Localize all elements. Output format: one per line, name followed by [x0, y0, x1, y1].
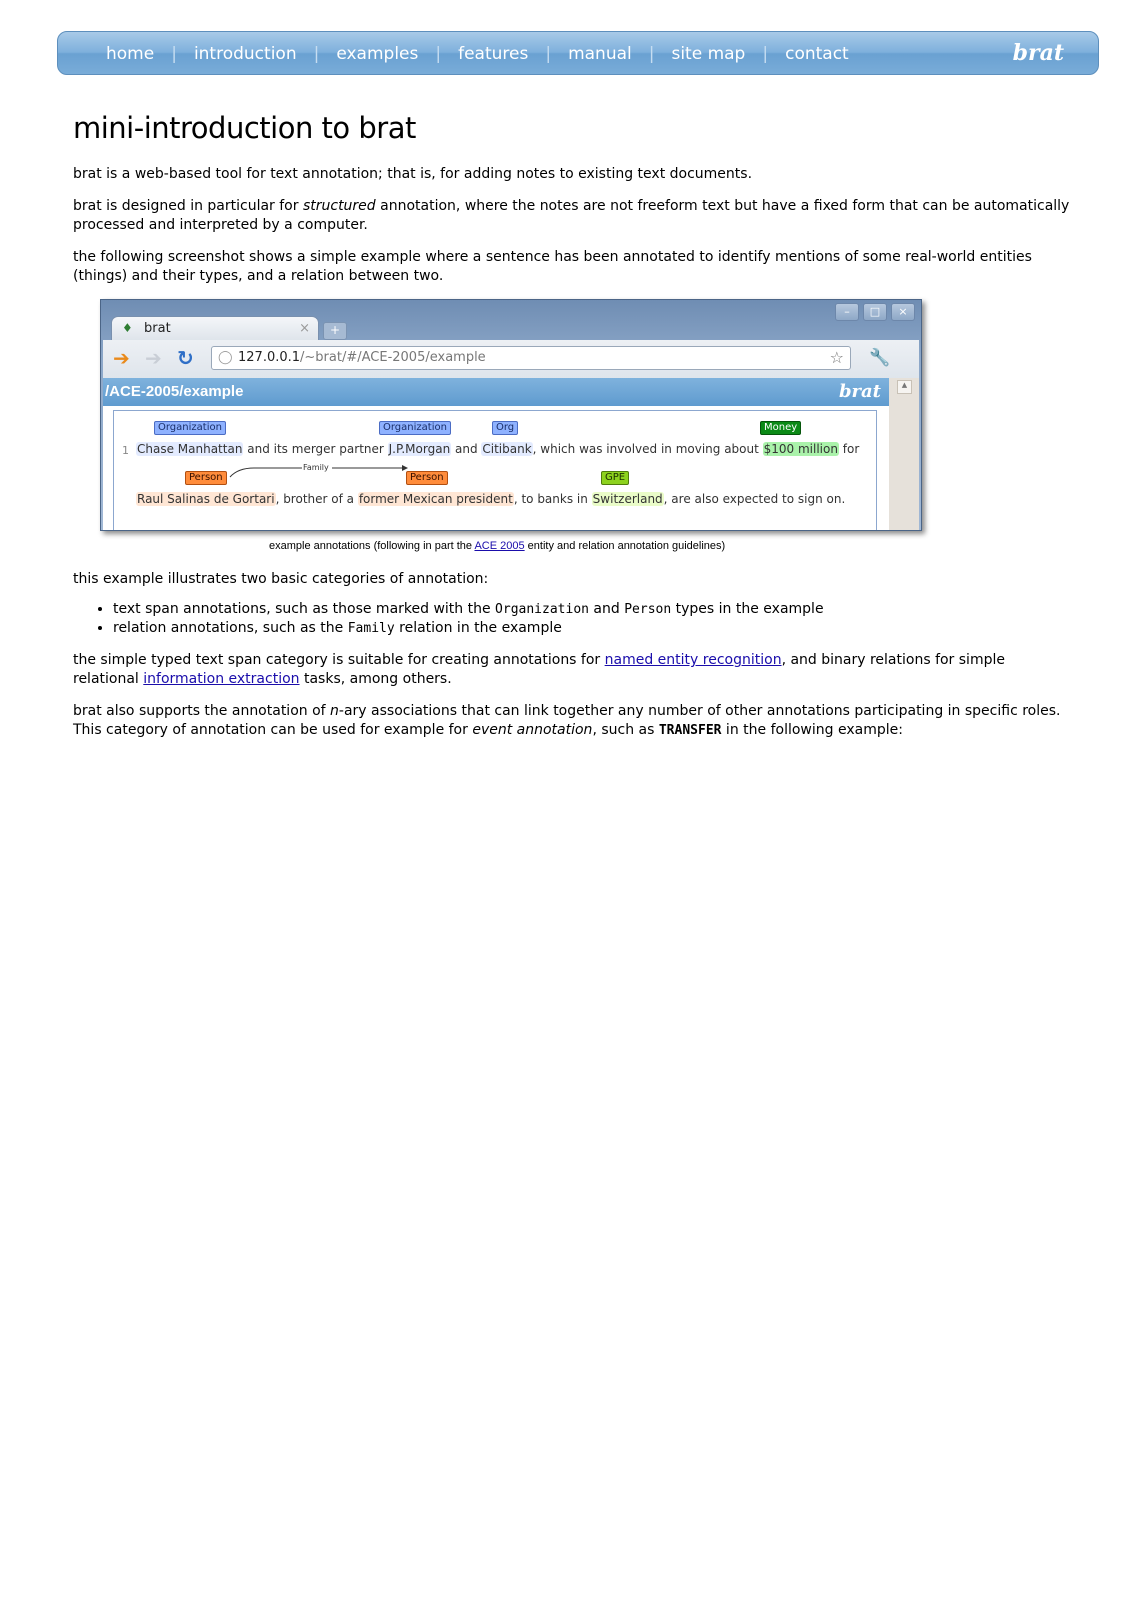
- nav-features[interactable]: features: [450, 44, 536, 64]
- list-item: text span annotations, such as those mar…: [113, 600, 1073, 619]
- tab-close-icon: ×: [299, 321, 310, 336]
- new-tab-icon: +: [323, 322, 347, 340]
- page-title: mini-introduction to brat: [73, 111, 416, 145]
- structured-paragraph: brat is designed in particular for struc…: [73, 198, 1070, 233]
- window-controls: – □ ×: [835, 303, 915, 321]
- mention-raul-salinas: Raul Salinas de Gortari: [136, 492, 276, 506]
- nav-separator: |: [313, 44, 320, 64]
- wrench-icon: 🔧: [869, 348, 891, 368]
- nav-separator: |: [648, 44, 655, 64]
- code-family: Family: [347, 621, 395, 636]
- url-host: 127.0.0.1: [238, 350, 301, 365]
- globe-icon: ◯: [218, 350, 233, 365]
- relation-label-family: Family: [303, 463, 329, 472]
- close-window-icon: ×: [891, 303, 915, 321]
- emphasis-event-annotation: event annotation: [472, 722, 593, 738]
- sentence-line-2: Raul Salinas de Gortari, brother of a fo…: [136, 492, 846, 506]
- example-screenshot: – □ × ♦ brat × + ➔ ➔ ↻ ◯ 127.0.0.1/~brat…: [100, 299, 922, 531]
- nary-paragraph: brat also supports the annotation of n-a…: [73, 703, 1061, 738]
- mention-switzerland: Switzerland: [591, 492, 664, 506]
- nav-home[interactable]: home: [98, 44, 162, 64]
- nav-introduction[interactable]: introduction: [186, 44, 305, 64]
- star-icon: ☆: [829, 348, 844, 367]
- brat-logo[interactable]: brat: [1013, 40, 1064, 66]
- url-bar: ◯ 127.0.0.1/~brat/#/ACE-2005/example ☆: [211, 346, 851, 370]
- annotation-categories-list: text span annotations, such as those mar…: [73, 600, 1073, 638]
- nav-examples[interactable]: examples: [328, 44, 426, 64]
- mention-former-mexican-president: former Mexican president: [357, 492, 514, 506]
- nav-separator: |: [545, 44, 552, 64]
- list-item: relation annotations, such as the Family…: [113, 619, 1073, 638]
- intro-paragraph: brat is a web-based tool for text annota…: [73, 166, 753, 182]
- scroll-up-icon: ▲: [897, 380, 912, 394]
- minimize-icon: –: [835, 303, 859, 321]
- emphasis-structured: structured: [302, 198, 376, 214]
- nav-manual[interactable]: manual: [560, 44, 640, 64]
- ace-2005-link[interactable]: ACE 2005: [474, 540, 524, 552]
- top-nav-bar: home | introduction | examples | feature…: [57, 31, 1099, 75]
- url-path: /~brat/#/ACE-2005/example: [300, 350, 486, 365]
- scrollbar: ▲: [889, 378, 919, 530]
- nav-site-map[interactable]: site map: [663, 44, 753, 64]
- browser-tab: ♦ brat ×: [111, 316, 319, 342]
- main-content: mini-introduction to brat brat is a web-…: [73, 105, 1073, 753]
- uses-paragraph: the simple typed text span category is s…: [73, 652, 1005, 687]
- document-path: /ACE-2005/example: [105, 383, 244, 400]
- screenshot-intro-paragraph: the following screenshot shows a simple …: [73, 249, 1032, 284]
- code-transfer: TRANSFER: [658, 723, 722, 738]
- annotation-panel: Organization Organization Org Money 1 Ch…: [113, 410, 877, 530]
- browser-toolbar: ➔ ➔ ↻ ◯ 127.0.0.1/~brat/#/ACE-2005/examp…: [103, 340, 919, 379]
- named-entity-recognition-link[interactable]: named entity recognition: [605, 652, 782, 668]
- categories-paragraph: this example illustrates two basic categ…: [73, 571, 489, 587]
- document-header: /ACE-2005/example brat: [103, 378, 891, 406]
- brat-app-logo: brat: [838, 381, 881, 402]
- brat-favicon-icon: ♦: [122, 321, 133, 335]
- nav-contact[interactable]: contact: [777, 44, 857, 64]
- annotation-view: Organization Organization Org Money 1 Ch…: [103, 406, 889, 530]
- browser-window: – □ × ♦ brat × + ➔ ➔ ↻ ◯ 127.0.0.1/~brat…: [100, 299, 922, 531]
- maximize-icon: □: [863, 303, 887, 321]
- forward-arrow-icon: ➔: [145, 346, 162, 370]
- code-person: Person: [624, 602, 672, 617]
- nav-separator: |: [171, 44, 177, 64]
- nav-separator: |: [762, 44, 769, 64]
- information-extraction-link[interactable]: information extraction: [143, 671, 299, 687]
- reload-icon: ↻: [177, 346, 194, 370]
- nav-links: home | introduction | examples | feature…: [98, 32, 857, 76]
- tab-title: brat: [144, 321, 171, 336]
- family-relation-arc: [229, 465, 408, 478]
- nav-separator: |: [435, 44, 442, 64]
- screenshot-caption: example annotations (following in part t…: [269, 540, 726, 552]
- back-arrow-icon: ➔: [113, 346, 130, 370]
- code-organization: Organization: [495, 602, 589, 617]
